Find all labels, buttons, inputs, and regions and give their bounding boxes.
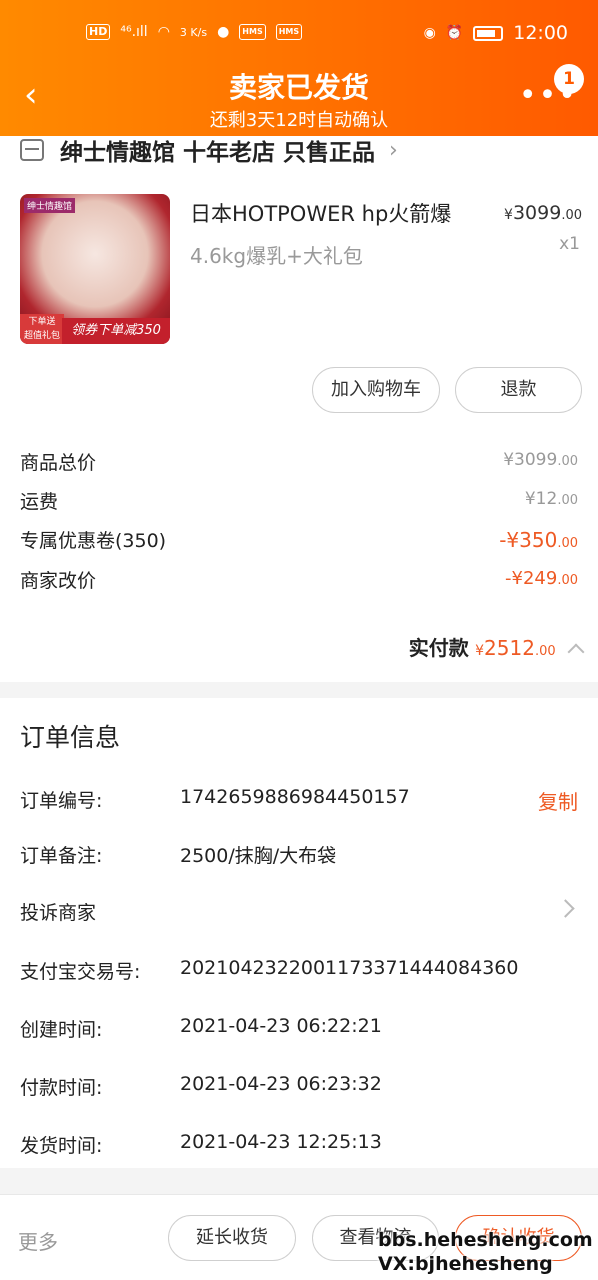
product-title[interactable]: 日本HOTPOWER hp火箭爆: [190, 198, 451, 228]
order-info-card: 订单信息 订单编号: 1742659886984450157 复制 订单备注: …: [0, 698, 598, 1168]
clock: 12:00: [513, 22, 568, 44]
refund-button[interactable]: 退款: [455, 367, 582, 413]
image-gift-label: 下单送 超值礼包: [20, 314, 64, 344]
product-price: ¥3099.00: [504, 202, 582, 224]
complain-merchant-row[interactable]: 投诉商家: [20, 898, 578, 928]
chevron-right-icon: [556, 899, 575, 918]
chevron-up-icon: [567, 643, 585, 661]
cost-row-price-change: 商家改价 -¥249.00: [20, 568, 578, 592]
shop-row[interactable]: 绅士情趣馆 十年老店 只售正品 ›: [20, 136, 398, 166]
battery-icon: [473, 25, 504, 41]
header-bar: HD ⁴⁶.ıll ◠ 3 K/s ● HMS HMS ◉ ⏰ 12:00 ‹ …: [0, 0, 598, 136]
add-to-cart-button[interactable]: 加入购物车: [312, 367, 440, 413]
alarm-icon: ⏰: [445, 25, 464, 41]
page-title: 卖家已发货: [228, 71, 369, 104]
cost-row-subtotal: 商品总价 ¥3099.00: [20, 450, 578, 474]
order-product-card: 绅士情趣馆 十年老店 只售正品 › 绅士情趣馆 下单送 超值礼包 领券下单减35…: [0, 136, 598, 682]
eye-icon: ◉: [423, 25, 436, 41]
page-subtitle: 还剩3天12时自动确认: [209, 110, 389, 131]
cost-row-coupon: 专属优惠卷(350) -¥350.00: [20, 528, 578, 552]
image-shop-tag: 绅士情趣馆: [24, 198, 76, 213]
message-badge[interactable]: 1: [554, 64, 584, 94]
network-speed: 3 K/s: [179, 25, 208, 39]
chevron-right-icon: ›: [389, 137, 398, 163]
cost-row-shipping: 运费 ¥12.00: [20, 489, 578, 513]
hms-icon-2: HMS: [275, 24, 303, 40]
more-link[interactable]: 更多: [18, 1226, 58, 1255]
watermark: bbs.hehesheng.com VX:bjhehesheng: [378, 1229, 593, 1275]
extend-receipt-button[interactable]: 延长收货: [168, 1215, 296, 1261]
shop-icon: [20, 139, 44, 161]
product-quantity: x1: [559, 234, 580, 254]
hd-indicator: HD: [86, 24, 111, 40]
product-spec: 4.6kg爆乳+大礼包: [190, 244, 363, 268]
hms-icon: HMS: [239, 24, 266, 40]
image-promo-label: 领券下单减350: [62, 318, 170, 344]
total-paid[interactable]: 实付款 ¥2512.00: [409, 632, 585, 661]
qq-icon: ●: [217, 24, 230, 40]
shop-name: 绅士情趣馆 十年老店 只售正品: [60, 140, 376, 166]
copy-button[interactable]: 复制: [538, 786, 578, 815]
product-image[interactable]: 绅士情趣馆 下单送 超值礼包 领券下单减350: [20, 194, 170, 344]
status-bar: HD ⁴⁶.ıll ◠ 3 K/s ● HMS HMS ◉ ⏰ 12:00: [0, 18, 598, 52]
signal-icon: ⁴⁶.ıll: [120, 24, 148, 40]
order-info-title: 订单信息: [20, 723, 121, 752]
wifi-icon: ◠: [157, 24, 170, 40]
